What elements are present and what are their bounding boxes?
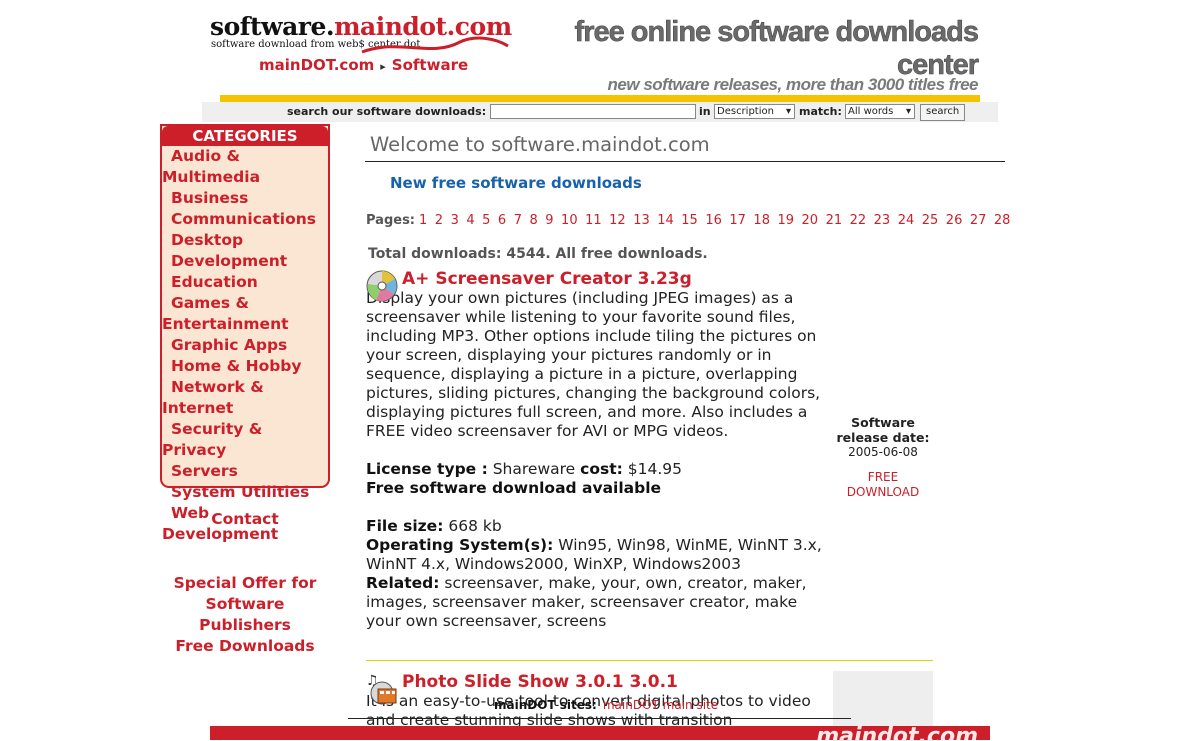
search-input[interactable] [490, 104, 696, 119]
release-label: Software [851, 415, 915, 430]
total-downloads: Total downloads: 4544. All free download… [368, 246, 708, 262]
breadcrumb-separator-icon: ▸ [380, 60, 386, 73]
site-logo[interactable]: software.maindot.com software download f… [210, 12, 512, 60]
page-link[interactable]: 1 [419, 213, 427, 228]
page-link[interactable]: 9 [545, 213, 553, 228]
entry-description: Display your own pictures (including JPE… [366, 289, 821, 440]
cd-disc-icon [366, 270, 398, 302]
categories-box: CATEGORIES Audio & Multimedia Business C… [160, 124, 330, 543]
category-graphic-apps[interactable]: Graphic Apps [162, 335, 328, 356]
page-link[interactable]: 6 [498, 213, 506, 228]
page-link[interactable]: 19 [777, 213, 794, 228]
page-link[interactable]: 27 [970, 213, 987, 228]
offer-line-2: Software Publishers [199, 595, 291, 634]
page-link[interactable]: 15 [681, 213, 698, 228]
search-in-label: in [699, 105, 711, 118]
free-note: Free software download available [366, 479, 662, 497]
page-link[interactable]: 20 [802, 213, 819, 228]
maindot-sites: mainDOT sites: mainDOT main site [494, 698, 718, 712]
page-link[interactable]: 11 [585, 213, 602, 228]
categories-heading: CATEGORIES [162, 126, 328, 146]
slogan-main: free online software downloads center [574, 16, 979, 82]
page-link[interactable]: 25 [922, 213, 939, 228]
entry-divider [366, 660, 933, 661]
category-system-utilities[interactable]: System Utilities [162, 482, 328, 503]
page-link[interactable]: 17 [729, 213, 746, 228]
breadcrumb: mainDOT.com ▸ Software [259, 56, 468, 74]
title-divider [365, 161, 1005, 162]
page-link[interactable]: 16 [705, 213, 722, 228]
category-home-hobby[interactable]: Home & Hobby [162, 356, 328, 377]
entry-license: License type : Shareware cost: $14.95 Fr… [366, 460, 682, 497]
page-link[interactable]: 18 [753, 213, 770, 228]
pagination: Pages: 1 2 3 4 5 6 7 8 9 10 11 12 13 14 15 16 17 18 19 20 21 2… [366, 213, 1018, 228]
search-button[interactable]: search [920, 104, 966, 121]
search-label: search our software downloads: [287, 105, 487, 118]
header-slogan: free online software downloads center ne… [518, 16, 979, 95]
entry-title-link[interactable]: A+ Screensaver Creator 3.23g [402, 269, 692, 289]
page-link[interactable]: 21 [826, 213, 843, 228]
category-communications[interactable]: Communications [162, 209, 328, 230]
special-offer-link[interactable]: Special Offer for Software Publishers Fr… [160, 573, 330, 657]
logo-swoosh-icon [361, 36, 509, 54]
category-security-privacy[interactable]: Security & Privacy [162, 419, 328, 461]
page-link[interactable]: 8 [529, 213, 537, 228]
page-link[interactable]: 3 [451, 213, 459, 228]
search-bar: search our software downloads: in Descri… [202, 102, 998, 122]
page-title: Welcome to software.maindot.com [370, 133, 710, 156]
sites-label: mainDOT sites: [494, 698, 597, 712]
footer-banner-text: maindot.com [816, 726, 978, 740]
software-entry: A+ Screensaver Creator 3.23g Display you… [366, 270, 836, 631]
page-link[interactable]: 26 [946, 213, 963, 228]
offer-line-3: Free Downloads [175, 637, 315, 655]
free-download-link[interactable]: FREE DOWNLOAD [833, 470, 933, 500]
offer-line-1: Special Offer for [173, 574, 317, 592]
page-link[interactable]: 2 [435, 213, 443, 228]
page-link[interactable]: 10 [561, 213, 578, 228]
category-business[interactable]: Business [162, 188, 328, 209]
contact-link[interactable]: Contact [160, 510, 330, 528]
footer-banner: maindot.com [210, 726, 990, 740]
release-date: 2005-06-08 [848, 445, 918, 459]
breadcrumb-current-link[interactable]: Software [392, 56, 468, 74]
category-audio[interactable]: Audio & [162, 146, 328, 167]
page-link[interactable]: 14 [657, 213, 674, 228]
category-games-cont[interactable]: Entertainment [162, 314, 328, 335]
release-label-2: release date: [836, 430, 930, 445]
pages-label: Pages: [366, 213, 416, 228]
release-info: Software release date: 2005-06-08 FREE DO… [833, 415, 933, 500]
section-heading: New free software downloads [390, 174, 642, 192]
page-link[interactable]: 22 [850, 213, 867, 228]
category-desktop[interactable]: Desktop [162, 230, 328, 251]
category-games[interactable]: Games & [162, 293, 328, 314]
breadcrumb-home-link[interactable]: mainDOT.com [259, 56, 374, 74]
category-network-internet[interactable]: Network & Internet [162, 377, 328, 419]
entry-title-link[interactable]: Photo Slide Show 3.0.1 3.0.1 [402, 672, 678, 692]
film-music-icon: ♫ [366, 673, 397, 705]
search-match-select[interactable]: All words [845, 104, 915, 119]
main-site-link[interactable]: mainDOT main site [603, 698, 718, 712]
category-servers[interactable]: Servers [162, 461, 328, 482]
entry-details: File size: 668 kb Operating System(s): W… [366, 517, 822, 630]
page-link[interactable]: 7 [514, 213, 522, 228]
category-development[interactable]: Development [162, 251, 328, 272]
page-link[interactable]: 12 [609, 213, 626, 228]
page-link[interactable]: 5 [482, 213, 490, 228]
page-link[interactable]: 24 [898, 213, 915, 228]
page-link[interactable]: 23 [874, 213, 891, 228]
search-match-label: match: [799, 105, 842, 118]
page-link[interactable]: 4 [466, 213, 474, 228]
category-education[interactable]: Education [162, 272, 328, 293]
header-divider-bar [220, 95, 980, 102]
footer-divider [348, 718, 851, 719]
slogan-sub: new software releases, more than 3000 ti… [607, 75, 979, 94]
search-field-select[interactable]: Description [714, 104, 795, 119]
page-link[interactable]: 28 [994, 213, 1011, 228]
category-audio-cont[interactable]: Multimedia [162, 167, 328, 188]
page-link[interactable]: 13 [633, 213, 650, 228]
